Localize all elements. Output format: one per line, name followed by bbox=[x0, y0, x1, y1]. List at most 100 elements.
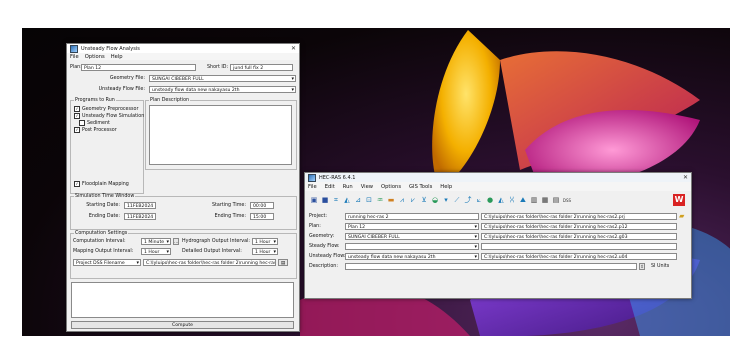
menu-help[interactable]: Help bbox=[440, 184, 452, 190]
row-label: Project: bbox=[309, 213, 328, 219]
row-value[interactable]: SUNGAI CIBEBER FULL bbox=[345, 232, 479, 240]
ending-time-input[interactable]: 15:00 bbox=[250, 213, 274, 220]
table-icon[interactable]: ▥ bbox=[529, 195, 539, 205]
program-label: Unsteady Flow Simulation bbox=[82, 113, 145, 119]
detailed-output-interval-select[interactable]: 1 Hour bbox=[252, 248, 278, 255]
row-value[interactable] bbox=[345, 242, 479, 250]
menu-file[interactable]: File bbox=[308, 184, 317, 190]
geometry-file-label: Geometry File: bbox=[109, 76, 145, 81]
profile-icon[interactable]: ◒ bbox=[430, 195, 440, 205]
menu-file[interactable]: File bbox=[70, 54, 79, 60]
starting-time-input[interactable]: 00:00 bbox=[250, 202, 274, 209]
plan-label: Plan: bbox=[70, 65, 82, 70]
row-label: Description: bbox=[309, 263, 338, 269]
geometry-icon[interactable]: ⌗ bbox=[331, 195, 341, 205]
run-steady-icon[interactable]: ♒ bbox=[375, 195, 385, 205]
menu-options[interactable]: Options bbox=[85, 54, 105, 60]
menu-options[interactable]: Options bbox=[381, 184, 401, 190]
simulation-time-window-title: Simulation Time Window bbox=[74, 194, 136, 199]
rating-curve-icon[interactable]: ▾ bbox=[441, 195, 451, 205]
row-label: Geometry: bbox=[309, 233, 335, 239]
hecras-toolbar: ▣ ■ ⌗ ◭ ⊿ ⊡ ♒ ▬ ⩘ ⩗ ⊻ ◒ ▾ ⟋ ⤴ ⟀ ● ◭ ⩆ ⛰ … bbox=[309, 195, 573, 205]
quasi-flow-icon[interactable]: ⊡ bbox=[364, 195, 374, 205]
scroll-arrows[interactable]: ⇳ bbox=[639, 262, 645, 270]
ras-mapper-icon[interactable]: ⩗ bbox=[408, 195, 418, 205]
compute-button[interactable]: Compute bbox=[71, 321, 294, 329]
row-label: Plan: bbox=[309, 223, 321, 229]
checkbox[interactable]: ✓ bbox=[74, 181, 80, 187]
close-icon[interactable]: ✕ bbox=[683, 174, 688, 181]
project-dss-filename-select[interactable]: Project DSS Filename bbox=[73, 259, 141, 266]
ending-time-label: Ending Time: bbox=[214, 214, 246, 219]
hec-logo-icon[interactable]: W bbox=[673, 194, 685, 206]
unsteady-title: Unsteady Flow Analysis bbox=[81, 45, 140, 52]
ending-date-label: Ending Date: bbox=[88, 214, 120, 219]
program-geometry-preprocessor[interactable]: ✓ Geometry Preprocessor bbox=[74, 106, 138, 112]
dss-icon[interactable]: ⛰ bbox=[518, 195, 528, 205]
si-units-label: SI Units bbox=[651, 263, 670, 269]
cross-section-icon[interactable]: ⊻ bbox=[419, 195, 429, 205]
simulation-time-window-group: Simulation Time Window Starting Date: 11… bbox=[70, 194, 297, 230]
geometry-file-select[interactable]: SUNGAI CIBEBER FULL bbox=[149, 75, 296, 82]
plan-input[interactable]: Plan 12 bbox=[81, 64, 196, 71]
folder-open-icon[interactable]: ▤ bbox=[278, 259, 288, 266]
starting-date-label: Starting Date: bbox=[86, 203, 120, 208]
unsteady-flow-icon[interactable]: ⊿ bbox=[353, 195, 363, 205]
detailed-table-icon[interactable]: ● bbox=[485, 195, 495, 205]
unsteady-titlebar: Unsteady Flow Analysis ✕ bbox=[67, 44, 299, 53]
xyz-icon[interactable]: ⟋ bbox=[452, 195, 462, 205]
floodplain-mapping-label: Floodplain Mapping bbox=[82, 181, 129, 187]
row-label: Steady Flow: bbox=[309, 243, 340, 249]
program-sediment[interactable]: Sediment bbox=[79, 120, 110, 126]
floodplain-mapping-option[interactable]: ✓ Floodplain Mapping bbox=[74, 181, 129, 187]
hydrograph-output-interval-select[interactable]: 1 Hour bbox=[252, 238, 278, 245]
unsteady-menubar: File Options Help bbox=[67, 53, 299, 60]
frame-right bbox=[730, 0, 750, 356]
dss-viewer-icon[interactable]: DSS bbox=[562, 195, 572, 205]
summary-icon[interactable]: ⩆ bbox=[507, 195, 517, 205]
computation-interval-select[interactable]: 1 Minute bbox=[141, 238, 171, 245]
checkbox[interactable]: ✓ bbox=[74, 113, 80, 119]
dss-filename-input[interactable]: C:\lyluipo\hec-ras folder\hec-ras folder… bbox=[143, 259, 276, 266]
row-path: C:\lyluipo\hec-ras folder\hec-ras folder… bbox=[481, 232, 677, 240]
open-icon[interactable]: ■ bbox=[320, 195, 330, 205]
plan-description-group: Plan Description bbox=[145, 98, 297, 170]
ending-date-input[interactable]: 11FEB2024 bbox=[124, 213, 156, 220]
interval-browse-button[interactable]: ... bbox=[173, 238, 179, 245]
row-path bbox=[481, 242, 677, 250]
geometry-row: Geometry: SUNGAI CIBEBER FULL C:\lyluipo… bbox=[309, 231, 687, 241]
short-id-input[interactable]: jund full fix 2 bbox=[230, 64, 294, 71]
plan-description-input[interactable] bbox=[149, 105, 292, 165]
close-icon[interactable]: ✕ bbox=[291, 45, 296, 52]
report-icon[interactable]: ▦ bbox=[540, 195, 550, 205]
starting-date-input[interactable]: 11FEB2024 bbox=[124, 202, 156, 209]
folder-icon[interactable]: ▰ bbox=[679, 212, 684, 220]
frame-bottom bbox=[0, 336, 750, 356]
mapping-output-interval-select[interactable]: 1 Hour bbox=[141, 248, 171, 255]
stage-flow-icon[interactable]: ⤴ bbox=[463, 195, 473, 205]
menu-edit[interactable]: Edit bbox=[325, 184, 335, 190]
program-post-processor[interactable]: ✓ Post Processor bbox=[74, 127, 117, 133]
steady-flow-icon[interactable]: ◭ bbox=[342, 195, 352, 205]
program-unsteady-flow-simulation[interactable]: ✓ Unsteady Flow Simulation bbox=[74, 113, 144, 119]
profile-table-icon[interactable]: ◭ bbox=[496, 195, 506, 205]
menu-view[interactable]: View bbox=[361, 184, 373, 190]
checkbox[interactable]: ✓ bbox=[74, 106, 80, 112]
row-value[interactable]: Plan 12 bbox=[345, 222, 479, 230]
menu-gis-tools[interactable]: GIS Tools bbox=[409, 184, 432, 190]
programs-to-run-group: Programs to Run ✓ Geometry Preprocessor ✓… bbox=[70, 98, 144, 194]
menu-help[interactable]: Help bbox=[111, 54, 123, 60]
plan-description-title: Plan Description bbox=[149, 98, 191, 103]
run-sediment-icon[interactable]: ⩘ bbox=[397, 195, 407, 205]
programs-to-run-title: Programs to Run bbox=[74, 98, 116, 103]
run-unsteady-icon[interactable]: ▬ bbox=[386, 195, 396, 205]
description-input[interactable] bbox=[345, 262, 637, 270]
checkbox[interactable] bbox=[79, 120, 85, 126]
menu-run[interactable]: Run bbox=[343, 184, 353, 190]
row-value[interactable]: unsteady flow data new nakayasu 2th bbox=[345, 252, 479, 260]
save-icon[interactable]: ▣ bbox=[309, 195, 319, 205]
checkbox[interactable]: ✓ bbox=[74, 127, 80, 133]
output-icon[interactable]: ▤ bbox=[551, 195, 561, 205]
general-profile-icon[interactable]: ⟀ bbox=[474, 195, 484, 205]
unsteady-flow-file-select[interactable]: unsteady flow data new nakayasu 2th bbox=[149, 86, 296, 93]
